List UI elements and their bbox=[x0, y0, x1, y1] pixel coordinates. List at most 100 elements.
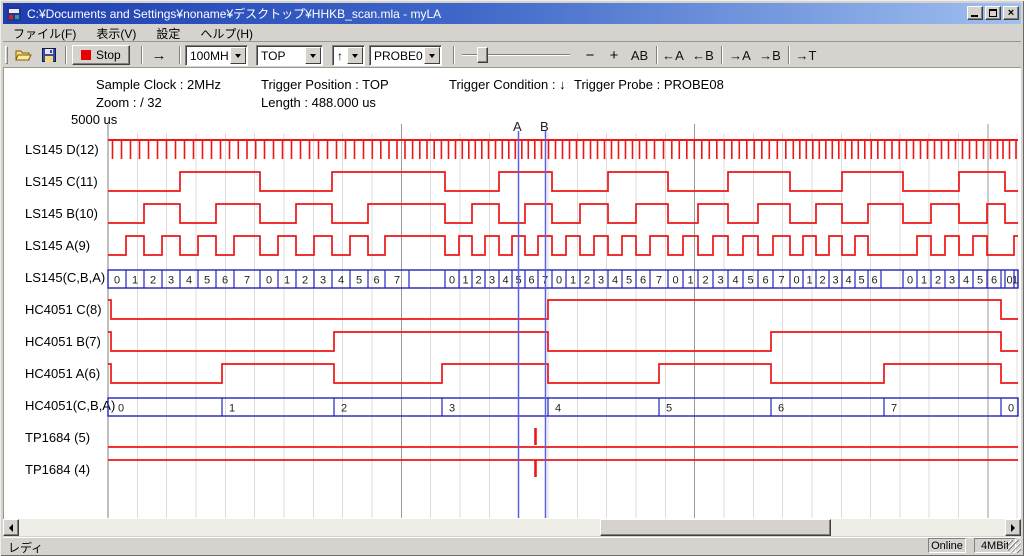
zoom-ab-button[interactable]: AB bbox=[626, 44, 653, 66]
svg-text:5: 5 bbox=[356, 275, 362, 287]
resize-grip[interactable] bbox=[1008, 540, 1021, 553]
trigger-position-combo[interactable]: TOP bbox=[256, 45, 323, 66]
waveform-tp1684-5- bbox=[108, 428, 1018, 447]
run-button[interactable]: → bbox=[145, 44, 173, 66]
zoom-slider[interactable] bbox=[462, 47, 570, 63]
svg-text:4: 4 bbox=[845, 275, 851, 287]
zoom-in-button[interactable]: + bbox=[602, 44, 626, 66]
svg-text:4: 4 bbox=[555, 403, 561, 415]
close-button[interactable]: × bbox=[1003, 6, 1019, 20]
minimize-button[interactable] bbox=[967, 6, 983, 20]
svg-text:4: 4 bbox=[732, 275, 738, 287]
trigger-edge-combo[interactable]: ↑ bbox=[332, 45, 365, 66]
goto-cursor-a-left-button[interactable]: ←A bbox=[658, 44, 688, 66]
menu-file[interactable]: ファイル(F) bbox=[3, 24, 86, 43]
combo-dropdown-button[interactable] bbox=[424, 47, 440, 64]
stop-button[interactable]: Stop bbox=[72, 45, 130, 65]
toolbar-separator bbox=[788, 46, 790, 64]
app-icon bbox=[6, 6, 22, 22]
close-icon: × bbox=[1008, 7, 1014, 19]
waveform-ls145-c-b-a-: 0123456701234567012345670123456701234567… bbox=[108, 270, 1018, 288]
svg-text:5: 5 bbox=[977, 275, 983, 287]
chevron-down-icon bbox=[429, 54, 435, 58]
svg-text:4: 4 bbox=[186, 275, 192, 287]
svg-text:5: 5 bbox=[747, 275, 753, 287]
waveform-ls145-a-9- bbox=[108, 236, 1018, 255]
svg-text:3: 3 bbox=[832, 275, 838, 287]
svg-text:6: 6 bbox=[778, 403, 784, 415]
svg-text:0: 0 bbox=[449, 275, 455, 287]
svg-text:3: 3 bbox=[449, 403, 455, 415]
waveform-ls145-d-12- bbox=[108, 140, 1018, 159]
status-ready-text: レディ bbox=[8, 539, 43, 556]
menu-view[interactable]: 表示(V) bbox=[86, 24, 146, 43]
menu-help[interactable]: ヘルプ(H) bbox=[190, 24, 263, 43]
waveform-canvas[interactable]: 0123456701234567012345670123456701234567… bbox=[4, 68, 1022, 519]
floppy-disk-icon bbox=[42, 48, 56, 62]
svg-text:0: 0 bbox=[266, 275, 272, 287]
waveform-ls145-c-11- bbox=[108, 172, 1018, 191]
stop-icon bbox=[81, 50, 91, 60]
waveform-hc4051-c-b-a-: 012345670 bbox=[108, 398, 1018, 416]
status-online-badge: Online bbox=[928, 538, 966, 553]
window-title: C:¥Documents and Settings¥noname¥デスクトップ¥… bbox=[27, 5, 441, 22]
open-folder-icon bbox=[15, 48, 32, 62]
svg-text:0: 0 bbox=[793, 275, 799, 287]
chevron-down-icon bbox=[352, 54, 358, 58]
svg-text:0: 0 bbox=[114, 275, 120, 287]
svg-text:0: 0 bbox=[907, 275, 913, 287]
svg-text:1: 1 bbox=[921, 275, 927, 287]
zoom-out-button[interactable]: − bbox=[578, 44, 602, 66]
svg-text:6: 6 bbox=[640, 275, 646, 287]
svg-text:6: 6 bbox=[222, 275, 228, 287]
svg-text:1: 1 bbox=[229, 403, 235, 415]
svg-text:7: 7 bbox=[778, 275, 784, 287]
combo-dropdown-button[interactable] bbox=[347, 47, 363, 64]
goto-trigger-button[interactable]: →T bbox=[792, 44, 820, 66]
sample-clock-combo[interactable]: 100MHz bbox=[185, 45, 248, 66]
svg-text:6: 6 bbox=[871, 275, 877, 287]
toolbar: Stop → 100MHz TOP ↑ PROBE00 − + AB ← bbox=[3, 43, 1021, 68]
svg-text:3: 3 bbox=[489, 275, 495, 287]
status-bar: レディ Online 4MBit bbox=[3, 537, 1021, 553]
menu-settings[interactable]: 設定 bbox=[146, 24, 190, 43]
waveform-ls145-b-10- bbox=[108, 204, 1018, 223]
toolbar-separator bbox=[721, 46, 723, 64]
grid bbox=[108, 124, 1017, 518]
goto-cursor-a-right-button[interactable]: →A bbox=[725, 44, 755, 66]
svg-text:1: 1 bbox=[687, 275, 693, 287]
goto-cursor-b-left-button[interactable]: ←B bbox=[688, 44, 718, 66]
waveform-hc4051-b-7- bbox=[108, 332, 1018, 351]
svg-text:4: 4 bbox=[502, 275, 508, 287]
maximize-button[interactable] bbox=[985, 6, 1001, 20]
sample-clock-value: 100MHz bbox=[186, 49, 229, 63]
combo-dropdown-button[interactable] bbox=[305, 47, 321, 64]
svg-text:5: 5 bbox=[666, 403, 672, 415]
save-button[interactable] bbox=[37, 44, 61, 66]
minimize-icon bbox=[971, 15, 978, 17]
slider-handle[interactable] bbox=[477, 47, 488, 63]
horizontal-scrollbar[interactable] bbox=[3, 519, 1021, 536]
svg-text:5: 5 bbox=[204, 275, 210, 287]
combo-dropdown-button[interactable] bbox=[230, 47, 246, 64]
toolbar-separator bbox=[141, 46, 143, 64]
toolbar-grip[interactable] bbox=[5, 46, 8, 64]
svg-text:4: 4 bbox=[612, 275, 618, 287]
scrollbar-thumb[interactable] bbox=[600, 519, 831, 536]
svg-text:2: 2 bbox=[819, 275, 825, 287]
goto-cursor-b-right-button[interactable]: →B bbox=[755, 44, 785, 66]
svg-text:1: 1 bbox=[132, 275, 138, 287]
app-window: C:¥Documents and Settings¥noname¥デスクトップ¥… bbox=[0, 0, 1024, 556]
svg-text:6: 6 bbox=[373, 275, 379, 287]
svg-text:7: 7 bbox=[244, 275, 250, 287]
scroll-right-button[interactable] bbox=[1005, 519, 1021, 536]
svg-text:3: 3 bbox=[717, 275, 723, 287]
svg-text:5: 5 bbox=[626, 275, 632, 287]
trigger-probe-combo[interactable]: PROBE00 bbox=[369, 45, 442, 66]
scroll-left-button[interactable] bbox=[3, 519, 19, 536]
waveform-hc4051-c-8- bbox=[108, 300, 1018, 319]
svg-text:2: 2 bbox=[341, 403, 347, 415]
open-file-button[interactable] bbox=[11, 44, 35, 66]
svg-text:2: 2 bbox=[935, 275, 941, 287]
svg-text:7: 7 bbox=[394, 275, 400, 287]
